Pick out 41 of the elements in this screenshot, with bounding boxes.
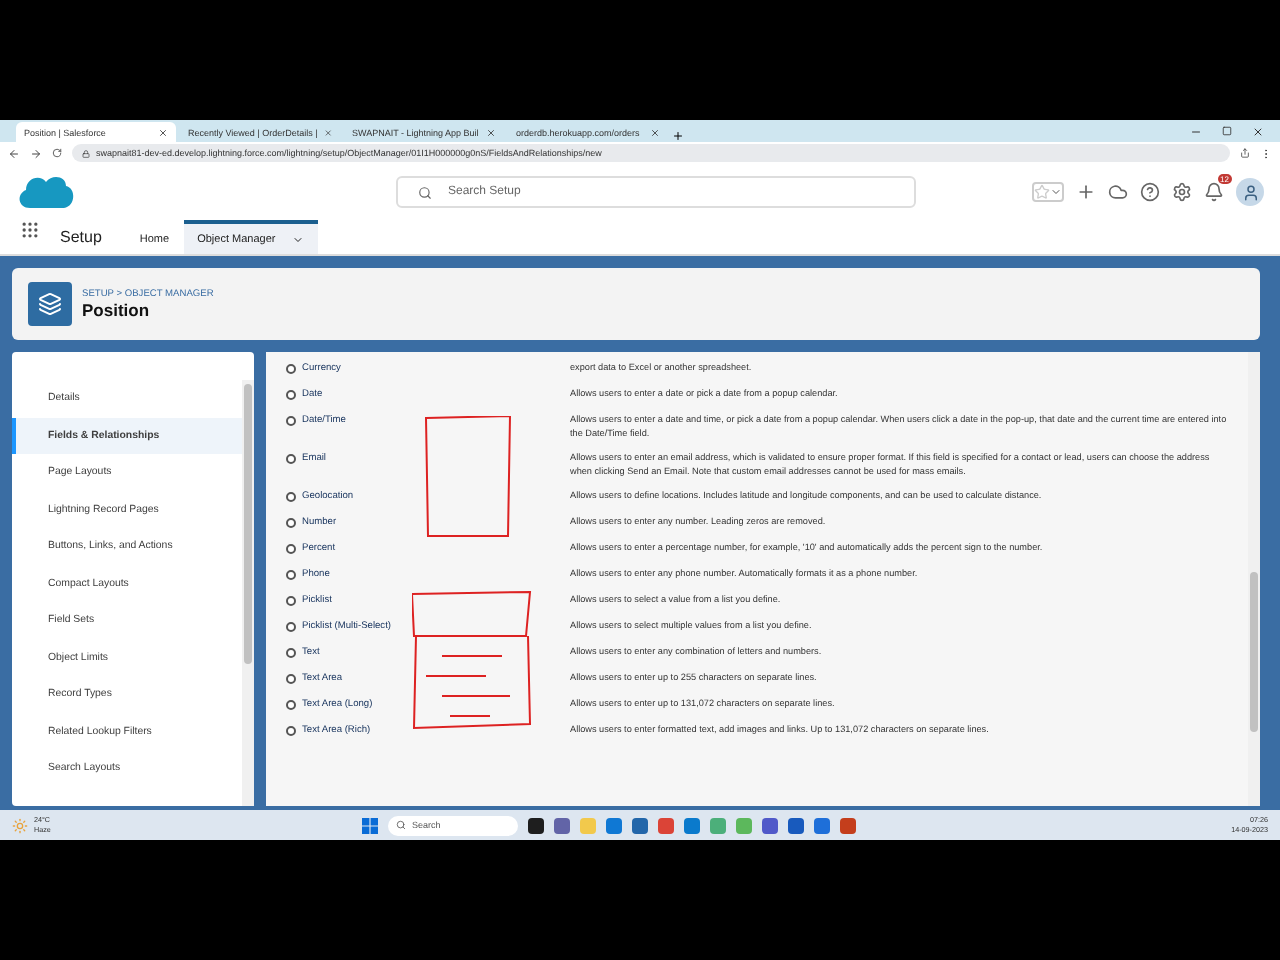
radio-button[interactable]: [286, 726, 296, 736]
cloud-logo: [16, 172, 76, 212]
new-tab-icon[interactable]: [672, 130, 684, 142]
bell-icon[interactable]: [1204, 182, 1224, 202]
radio-button[interactable]: [286, 622, 296, 632]
avatar[interactable]: [1236, 178, 1264, 206]
caret-icon: [1050, 186, 1062, 198]
radio-button[interactable]: [286, 700, 296, 710]
minimize-icon[interactable]: [1190, 125, 1202, 137]
star-icon: [1034, 184, 1050, 200]
close-icon[interactable]: [1252, 125, 1264, 137]
radio-button[interactable]: [286, 364, 296, 374]
layers-icon: [28, 282, 72, 326]
caret-icon[interactable]: [291, 233, 304, 245]
radio-button[interactable]: [286, 454, 296, 464]
search-icon: [396, 820, 406, 830]
app-name: Setup: [60, 226, 102, 250]
object-title: Position: [82, 299, 152, 319]
share-icon[interactable]: [1240, 148, 1250, 158]
radio-button[interactable]: [286, 570, 296, 580]
radio-button[interactable]: [286, 390, 296, 400]
radio-button[interactable]: [286, 518, 296, 528]
lock-icon: [82, 149, 90, 157]
settings-icon[interactable]: [1172, 182, 1192, 202]
add-icon[interactable]: [1076, 182, 1096, 202]
forward-icon[interactable]: [30, 147, 42, 159]
radio-button[interactable]: [286, 544, 296, 554]
radio-button[interactable]: [286, 674, 296, 684]
radio-button[interactable]: [286, 416, 296, 426]
back-icon[interactable]: [8, 147, 20, 159]
search-icon: [418, 185, 432, 199]
radio-button[interactable]: [286, 492, 296, 502]
help-icon[interactable]: [1140, 182, 1160, 202]
radio-button[interactable]: [286, 648, 296, 658]
cloud-icon[interactable]: [1108, 182, 1128, 202]
weather-icon: [12, 817, 28, 833]
windows-icon[interactable]: [362, 817, 378, 833]
radio-button[interactable]: [286, 596, 296, 606]
app-launcher-icon[interactable]: [20, 220, 40, 240]
reload-icon[interactable]: [52, 148, 62, 158]
maximize-icon[interactable]: [1222, 125, 1232, 135]
